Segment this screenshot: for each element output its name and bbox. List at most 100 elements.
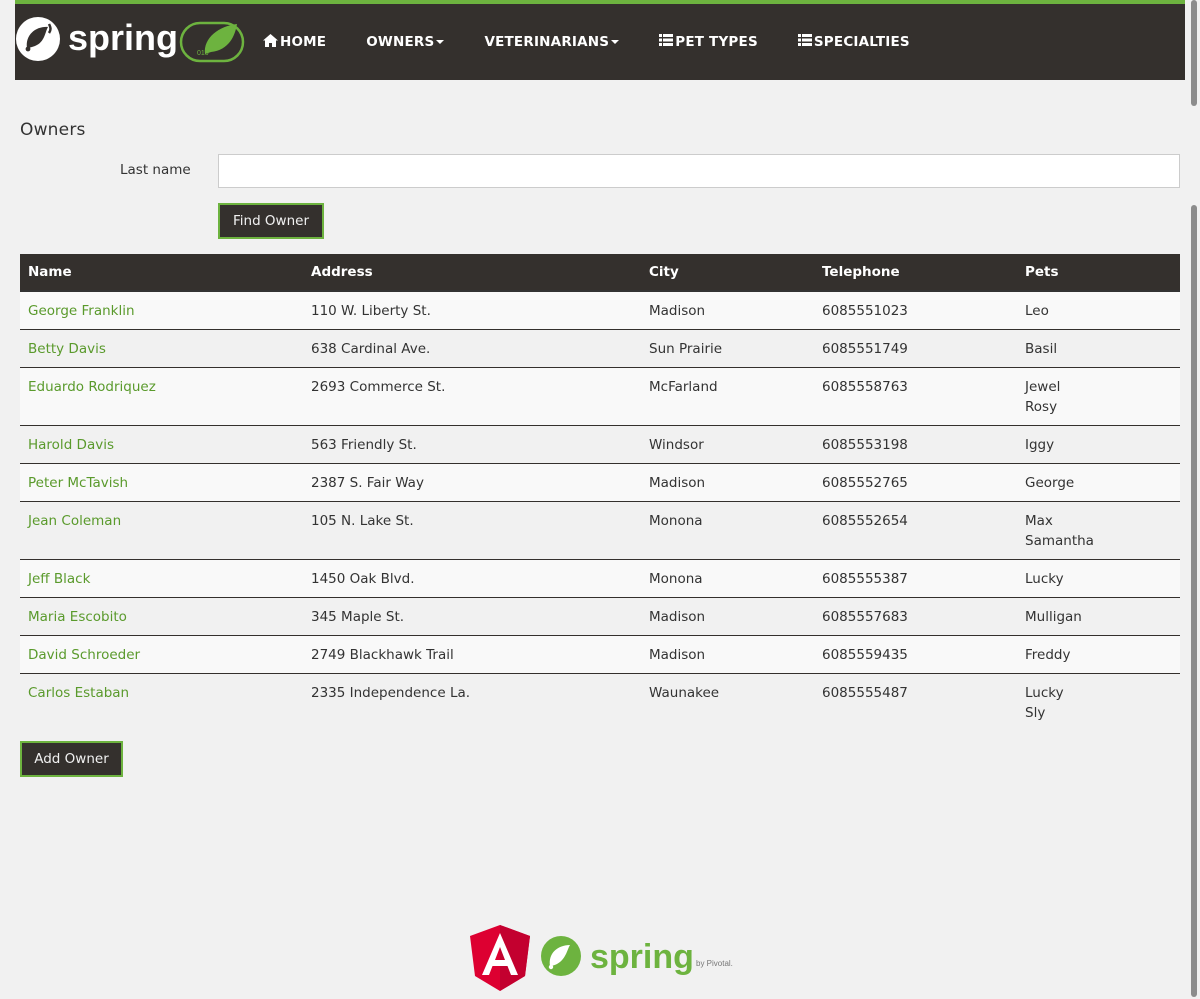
owner-name-link[interactable]: Jean Coleman [28, 513, 121, 529]
pet-name: Iggy [1025, 437, 1055, 453]
owner-name-cell: Carlos Estaban [20, 673, 303, 731]
table-row: Eduardo Rodriquez 2693 Commerce St. McFarl… [20, 367, 1180, 426]
pet-name: Basil [1025, 341, 1058, 357]
owner-name-link[interactable]: Eduardo Rodriquez [28, 379, 156, 395]
pet-name: George [1025, 475, 1075, 491]
owner-address-cell: 563 Friendly St. [303, 425, 641, 464]
pet-name: Mulligan [1025, 609, 1082, 625]
owner-telephone-cell: 6085552654 [814, 501, 1017, 560]
spring-logo[interactable]: spring 010 [15, 14, 245, 66]
nav-pet-types[interactable]: PET TYPES [659, 34, 778, 50]
column-header-address: Address [303, 254, 641, 292]
owner-pets-cell: Iggy [1017, 425, 1180, 464]
owner-city-cell: Waunakee [641, 673, 814, 731]
owner-name-cell: Harold Davis [20, 425, 303, 464]
owner-name-link[interactable]: Carlos Estaban [28, 685, 129, 701]
pet-name: Jewel [1025, 379, 1061, 395]
nav-specialties[interactable]: SPECIALTIES [797, 34, 930, 50]
owner-city-cell: Sun Prairie [641, 329, 814, 368]
owner-pets-cell: Basil [1017, 329, 1180, 368]
find-owner-button[interactable]: Find Owner [218, 203, 324, 239]
owner-city-cell: Madison [641, 597, 814, 636]
pet-name: Max [1025, 513, 1053, 529]
pet-name: Samantha [1025, 533, 1094, 549]
owner-name-cell: Jean Coleman [20, 501, 303, 560]
home-icon [263, 33, 278, 51]
owner-name-cell: George Franklin [20, 291, 303, 330]
pet-name: Leo [1025, 303, 1049, 319]
owner-telephone-cell: 6085555487 [814, 673, 1017, 731]
owner-telephone-cell: 6085557683 [814, 597, 1017, 636]
owner-name-link[interactable]: Maria Escobito [28, 609, 127, 625]
add-owner-button[interactable]: Add Owner [20, 741, 123, 777]
owners-table-body: George Franklin 110 W. Liberty St. Madison… [20, 291, 1180, 731]
owner-name-link[interactable]: Jeff Black [28, 571, 90, 587]
table-row: Maria Escobito 345 Maple St. Madison 608555… [20, 597, 1180, 636]
nav-home[interactable]: HOME [263, 33, 346, 51]
pivotal-text: by Pivotal. [696, 959, 733, 968]
column-header-name: Name [20, 254, 303, 292]
owner-address-cell: 638 Cardinal Ave. [303, 329, 641, 368]
scrollbar-thumb[interactable] [1191, 205, 1197, 997]
last-name-label: Last name [120, 162, 191, 178]
owner-city-cell: Madison [641, 291, 814, 330]
scrollbar-thumb-top[interactable] [1191, 0, 1197, 106]
owner-name-cell: Maria Escobito [20, 597, 303, 636]
owners-table: Name Address City Telephone Pets George … [20, 254, 1180, 731]
owner-name-link[interactable]: David Schroeder [28, 647, 140, 663]
owner-address-cell: 2693 Commerce St. [303, 367, 641, 426]
footer-logo-graphics: spring by Pivotal. [470, 925, 733, 991]
last-name-input[interactable] [218, 154, 1180, 188]
list-icon [659, 34, 674, 50]
svg-text:010: 010 [197, 50, 209, 57]
owner-telephone-cell: 6085552765 [814, 463, 1017, 502]
owner-pets-cell: George [1017, 463, 1180, 502]
owner-address-cell: 105 N. Lake St. [303, 501, 641, 560]
owner-city-cell: McFarland [641, 367, 814, 426]
owner-address-cell: 110 W. Liberty St. [303, 291, 641, 330]
table-row: Jeff Black 1450 Oak Blvd. Monona 6085555387… [20, 559, 1180, 598]
owner-name-link[interactable]: Peter McTavish [28, 475, 128, 491]
caret-down-icon [436, 40, 445, 44]
owner-name-cell: Eduardo Rodriquez [20, 367, 303, 426]
nav-menu: HOME OWNERS VETERINARIANS PET TYPES SPEC… [263, 4, 950, 80]
owner-telephone-cell: 6085559435 [814, 635, 1017, 674]
owner-pets-cell: Mulligan [1017, 597, 1180, 636]
table-row: Betty Davis 638 Cardinal Ave. Sun Prairie 6… [20, 329, 1180, 368]
owner-name-link[interactable]: Harold Davis [28, 437, 114, 453]
table-header-row: Name Address City Telephone Pets [20, 254, 1180, 292]
nav-pet-types-label: PET TYPES [675, 34, 758, 50]
nav-veterinarians-label: VETERINARIANS [484, 34, 610, 50]
owner-name-link[interactable]: George Franklin [28, 303, 135, 319]
pet-name: Sly [1025, 705, 1046, 721]
owner-telephone-cell: 6085555387 [814, 559, 1017, 598]
owner-city-cell: Monona [641, 559, 814, 598]
spring-wordmark: spring [590, 938, 694, 976]
table-row: Carlos Estaban 2335 Independence La. Wauna… [20, 673, 1180, 731]
owner-address-cell: 1450 Oak Blvd. [303, 559, 641, 598]
owner-pets-cell: Max Samantha [1017, 501, 1180, 560]
column-header-city: City [641, 254, 814, 292]
column-header-pets: Pets [1017, 254, 1180, 292]
owner-pets-cell: Leo [1017, 291, 1180, 330]
owner-name-cell: Betty Davis [20, 329, 303, 368]
scrollbar[interactable] [1188, 0, 1200, 997]
nav-specialties-label: SPECIALTIES [813, 34, 910, 50]
owner-address-cell: 345 Maple St. [303, 597, 641, 636]
table-row: George Franklin 110 W. Liberty St. Madison… [20, 291, 1180, 330]
owner-city-cell: Windsor [641, 425, 814, 464]
spring-footer-logo: spring by Pivotal. [541, 936, 733, 976]
owner-name-cell: Jeff Black [20, 559, 303, 598]
owner-name-cell: Peter McTavish [20, 463, 303, 502]
owner-pets-cell: Jewel Rosy [1017, 367, 1180, 426]
owner-pets-cell: Lucky Sly [1017, 673, 1180, 731]
column-header-telephone: Telephone [814, 254, 1017, 292]
list-icon [797, 34, 812, 50]
owner-name-link[interactable]: Betty Davis [28, 341, 106, 357]
page-title: Owners [20, 120, 86, 140]
owner-city-cell: Madison [641, 463, 814, 502]
nav-owners[interactable]: OWNERS [366, 34, 464, 50]
nav-veterinarians[interactable]: VETERINARIANS [484, 34, 639, 50]
table-row: Jean Coleman 105 N. Lake St. Monona 6085552… [20, 501, 1180, 560]
pet-name: Rosy [1025, 399, 1058, 415]
